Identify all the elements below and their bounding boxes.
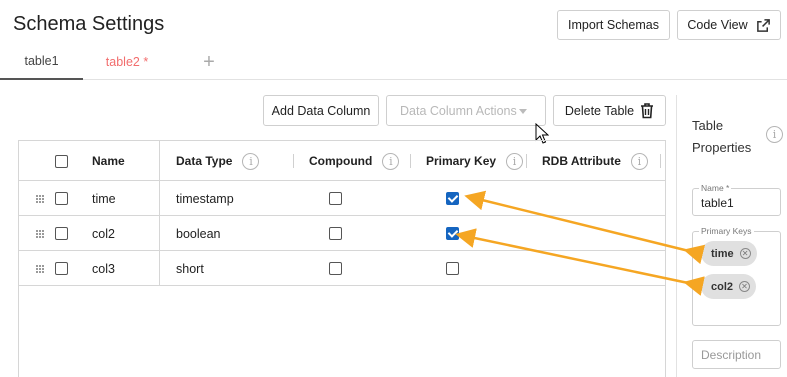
column-header-name-label: Name [92,154,125,168]
table-name-legend: Name * [699,183,732,193]
column-header-primary-key[interactable]: Primary Key i [426,141,524,181]
column-header-data-type-label: Data Type [176,154,233,168]
column-header-name[interactable]: Name [92,141,125,181]
info-icon[interactable]: i [630,152,648,170]
compound-checkbox[interactable] [329,262,342,275]
drag-handle-icon[interactable] [36,264,44,273]
cell-name[interactable]: time [92,181,116,216]
remove-chip-icon[interactable]: ✕ [739,281,751,292]
select-all-cell [55,141,68,181]
description-field[interactable]: Description [692,340,781,369]
table-properties-title: Table Properties [692,118,752,155]
info-icon[interactable]: i [382,152,400,170]
tab-table1[interactable]: table1 [0,44,83,80]
tab-bar: table1 table2 * + [0,44,787,80]
row-select-checkbox[interactable] [55,262,68,275]
drag-handle-icon[interactable] [36,194,44,203]
info-icon[interactable]: i [766,126,783,143]
primary-key-checkbox[interactable] [446,262,459,275]
description-placeholder: Description [701,348,762,362]
compound-checkbox[interactable] [329,227,342,240]
compound-checkbox[interactable] [329,192,342,205]
import-schemas-label: Import Schemas [567,18,659,32]
table-row[interactable]: time timestamp [19,181,665,216]
table-row[interactable]: col2 boolean [19,216,665,251]
primary-key-chip-label: time [711,247,734,260]
cell-name[interactable]: col3 [92,251,115,286]
column-header-data-type[interactable]: Data Type i [176,141,260,181]
column-header-rdb-attribute-label: RDB Attribute [542,154,621,168]
data-columns-grid: Name Data Type i Compound i Primary Key i R… [18,140,666,377]
column-header-rdb-attribute[interactable]: RDB Attribute i [542,141,648,181]
drag-handle-icon[interactable] [36,229,44,238]
code-view-button[interactable]: Code View [677,10,781,40]
tab-table2-label: table2 * [105,55,149,69]
table-name-field[interactable]: Name * table1 [692,183,781,216]
primary-keys-field[interactable]: Primary Keys time ✕ col2 ✕ [692,226,781,326]
cell-data-type[interactable]: short [176,251,204,286]
cell-name[interactable]: col2 [92,216,115,251]
column-divider[interactable] [660,154,661,168]
add-data-column-button[interactable]: Add Data Column [263,95,379,126]
delete-table-label: Delete Table [564,103,635,118]
cell-data-type[interactable]: timestamp [176,181,234,216]
remove-chip-icon[interactable]: ✕ [739,248,751,259]
primary-key-chip[interactable]: time ✕ [701,241,757,266]
primary-key-checkbox[interactable] [446,227,459,240]
cell-data-type[interactable]: boolean [176,216,221,251]
primary-key-chip-label: col2 [711,280,734,293]
side-panel-divider [676,95,677,377]
tab-table2[interactable]: table2 * [83,44,171,80]
add-data-column-label: Add Data Column [271,103,371,118]
column-header-compound-label: Compound [309,154,373,168]
table-name-value: table1 [701,196,734,210]
row-select-checkbox[interactable] [55,227,68,240]
info-icon[interactable]: i [242,152,260,170]
select-all-checkbox[interactable] [55,154,68,168]
row-select-checkbox[interactable] [55,192,68,205]
column-header-compound[interactable]: Compound i [309,141,400,181]
column-divider[interactable] [293,154,294,168]
grid-header: Name Data Type i Compound i Primary Key i R… [19,141,665,181]
delete-table-button[interactable]: Delete Table [553,95,666,126]
code-view-label: Code View [687,18,748,32]
add-tab-icon[interactable]: + [196,44,222,80]
caret-down-icon [519,109,527,114]
import-schemas-button[interactable]: Import Schemas [557,10,670,40]
tab-table1-label: table1 [24,54,59,68]
trash-icon [641,102,654,118]
table-row[interactable]: col3 short [19,251,665,286]
external-link-icon [756,18,770,32]
info-icon[interactable]: i [506,152,524,170]
page-title: Schema Settings [13,13,165,35]
data-column-actions-dropdown[interactable]: Data Column Actions [386,95,546,126]
column-header-primary-key-label: Primary Key [426,154,497,168]
primary-keys-legend: Primary Keys [699,226,754,236]
column-divider[interactable] [410,154,411,168]
column-divider[interactable] [526,154,527,168]
primary-key-chip[interactable]: col2 ✕ [701,274,757,299]
primary-key-checkbox[interactable] [446,192,459,205]
data-column-actions-label: Data Column Actions [400,103,517,118]
